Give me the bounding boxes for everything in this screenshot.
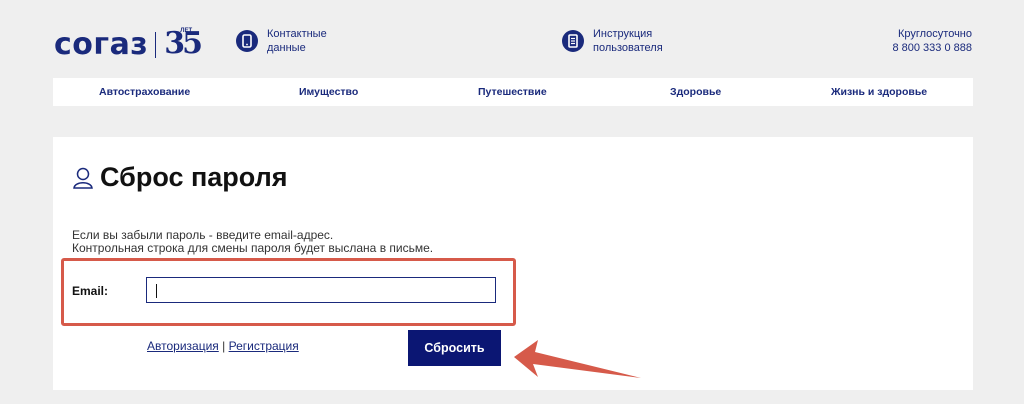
auth-links: Авторизация | Регистрация — [147, 339, 299, 353]
nav-item-life-health[interactable]: Жизнь и здоровье — [831, 78, 927, 106]
sogaz-logo[interactable]: согаз 35 ЛЕТ — [54, 26, 203, 63]
hotline-phone[interactable]: 8 800 333 0 888 — [892, 42, 972, 54]
nav-item-auto[interactable]: Автострахование — [99, 78, 190, 106]
links-separator: | — [222, 339, 226, 353]
description-line2: Контрольная строка для смены пароля буде… — [72, 241, 434, 255]
user-manual-link[interactable]: Инструкция пользователя — [562, 27, 663, 55]
contacts-line2: данные — [267, 42, 306, 54]
manual-line1: Инструкция — [593, 28, 653, 40]
register-link[interactable]: Регистрация — [229, 339, 299, 353]
pointer-arrow-icon — [514, 340, 641, 378]
logo-divider — [155, 31, 157, 58]
reset-button[interactable]: Сбросить — [408, 330, 501, 366]
page-title: Сброс пароля — [72, 162, 288, 193]
phone-icon — [236, 30, 258, 52]
description-line1: Если вы забыли пароль - введите email-ад… — [72, 228, 334, 242]
contacts-link[interactable]: Контактные данные — [236, 27, 327, 55]
hotline-info: Круглосуточно 8 800 333 0 888 — [892, 27, 972, 55]
main-nav: Автострахование Имущество Путешествие Зд… — [53, 78, 973, 106]
manual-line2: пользователя — [593, 42, 663, 54]
nav-item-health[interactable]: Здоровье — [670, 78, 721, 106]
text-cursor — [156, 284, 157, 298]
nav-item-property[interactable]: Имущество — [299, 78, 358, 106]
nav-item-travel[interactable]: Путешествие — [478, 78, 547, 106]
anniversary-badge: 35 ЛЕТ — [164, 26, 203, 61]
hotline-label: Круглосуточно — [897, 28, 972, 40]
contacts-line1: Контактные — [267, 28, 327, 40]
page-title-text: Сброс пароля — [100, 162, 288, 192]
reset-description: Если вы забыли пароль - введите email-ад… — [72, 229, 433, 255]
email-input[interactable] — [146, 277, 496, 303]
email-label: Email: — [72, 284, 109, 298]
user-icon — [72, 166, 94, 190]
logo-text: согаз — [54, 27, 149, 62]
anniversary-suffix: ЛЕТ — [180, 27, 193, 34]
login-link[interactable]: Авторизация — [147, 339, 219, 353]
document-icon — [562, 30, 584, 52]
